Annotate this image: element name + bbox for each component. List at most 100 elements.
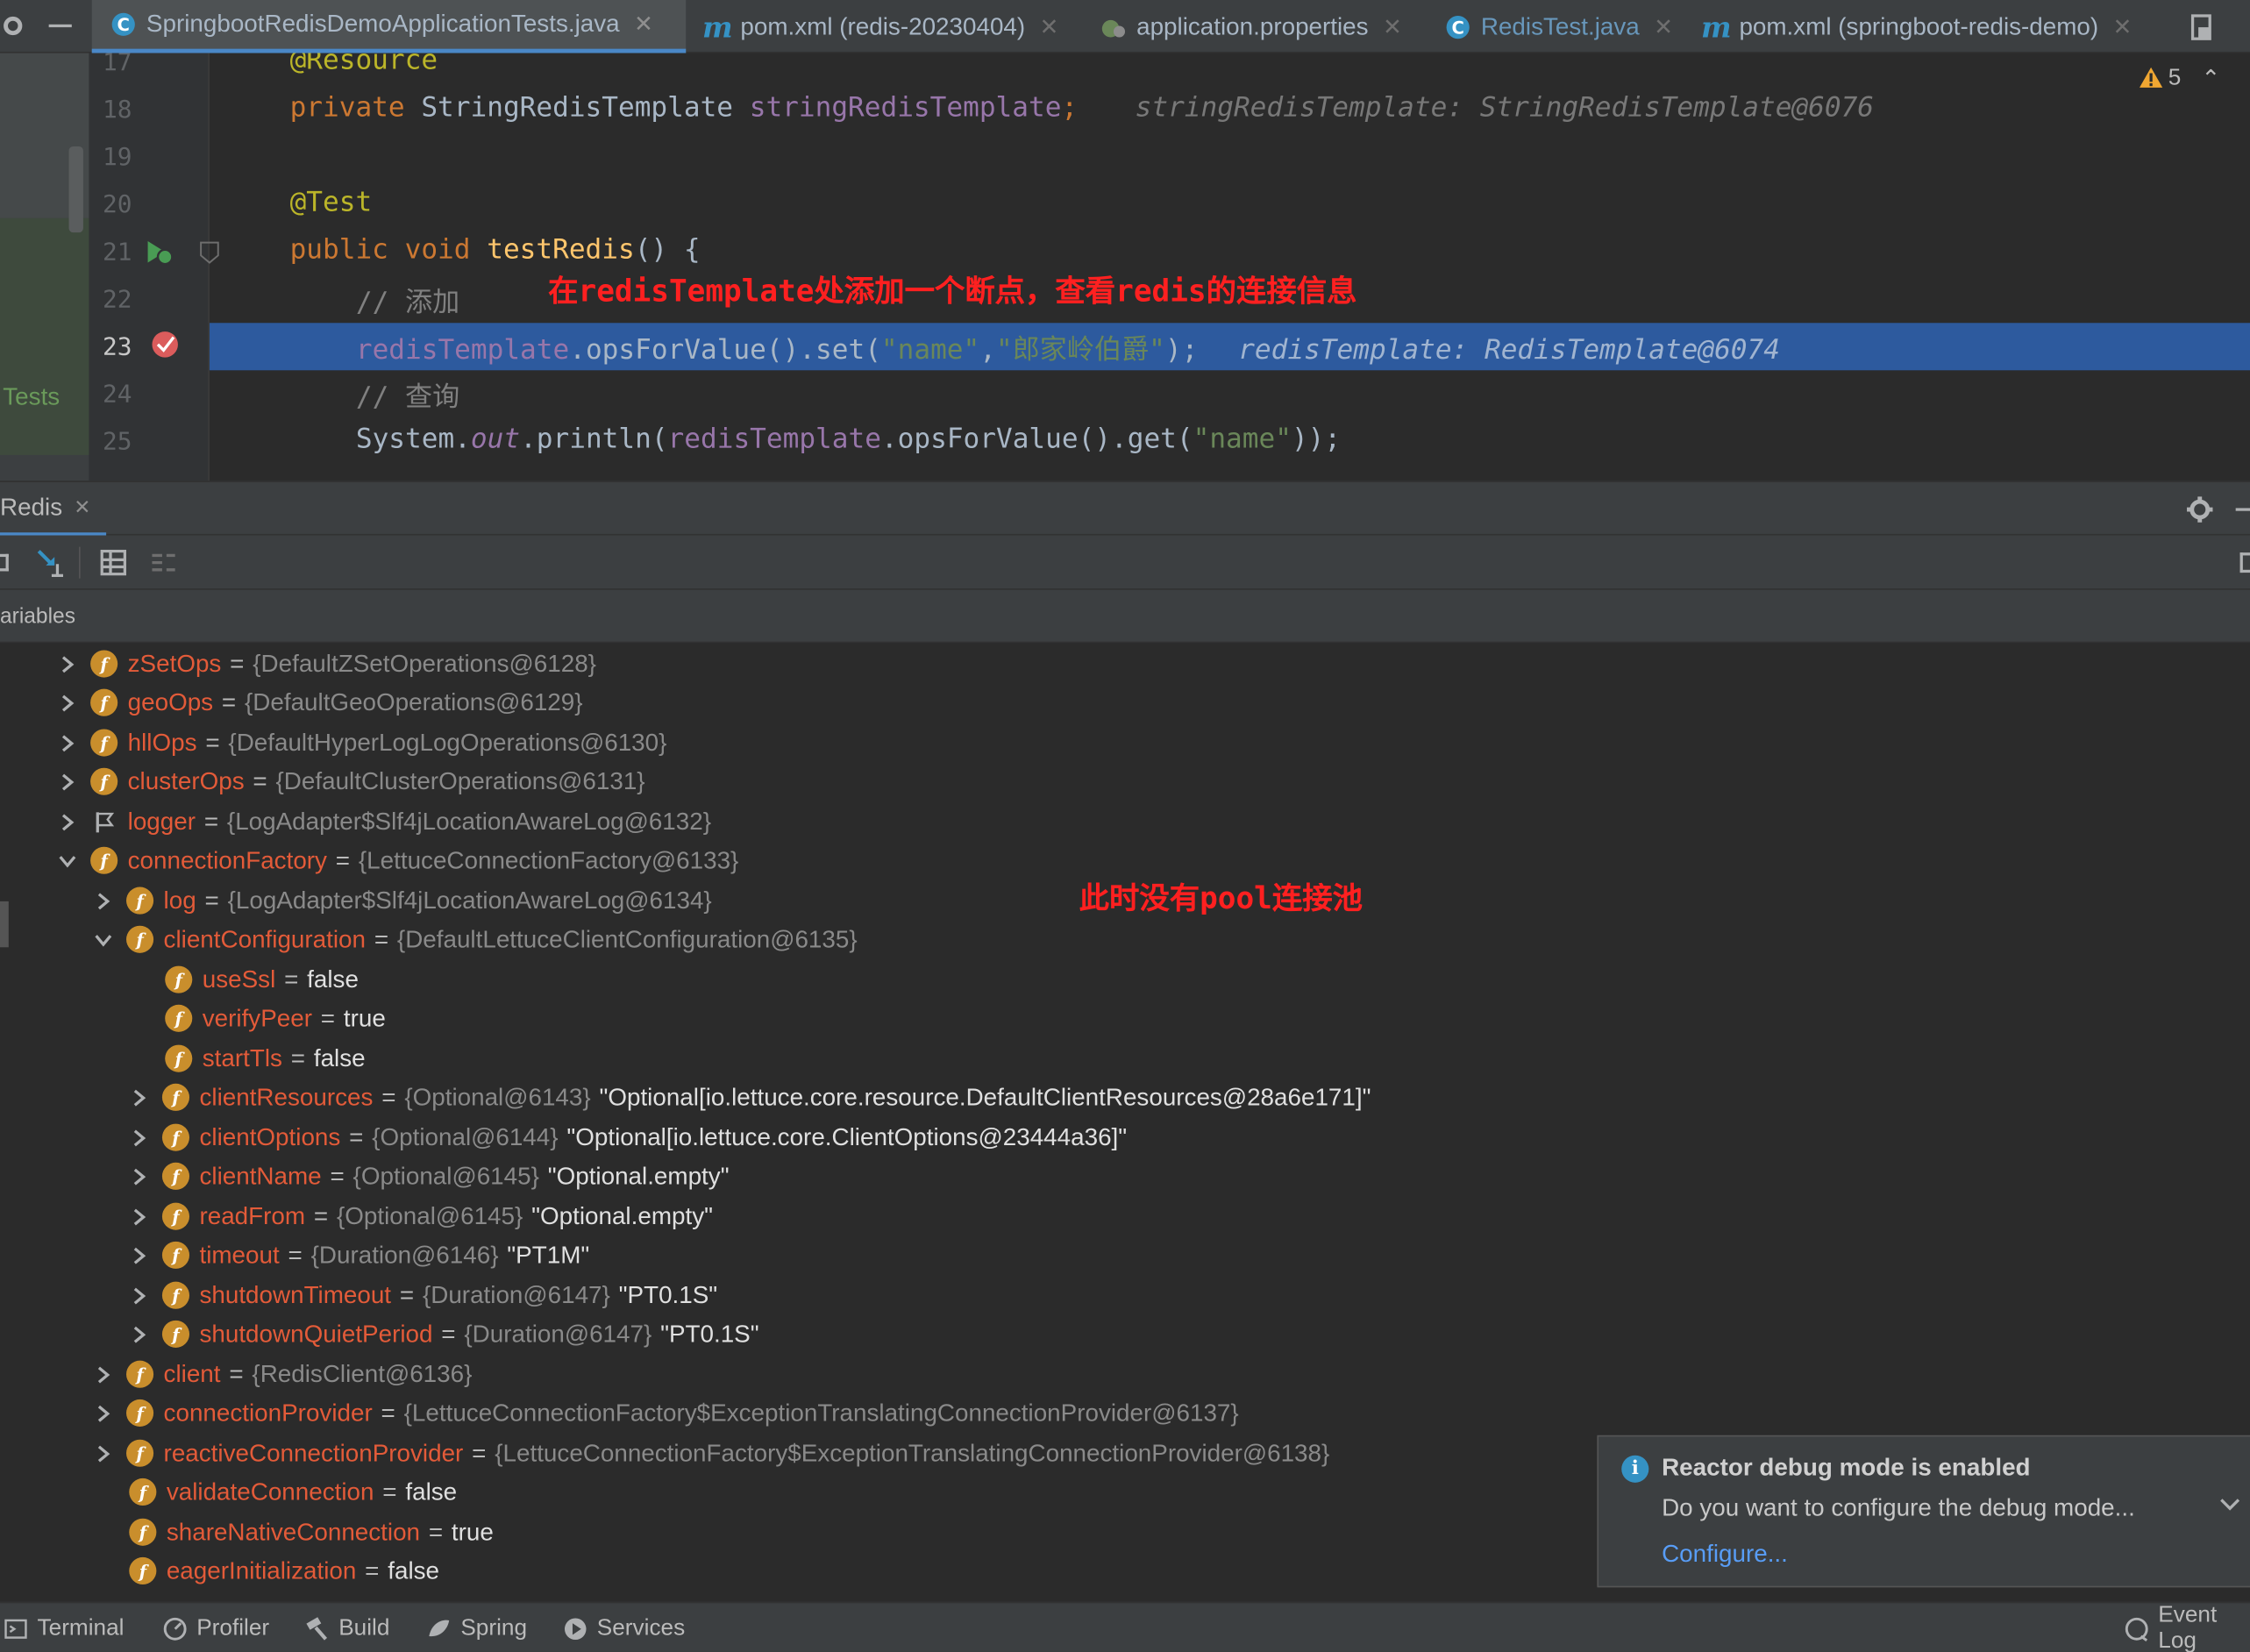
configure-link[interactable]: Configure... (1662, 1540, 1788, 1569)
chevron-down-icon[interactable] (2218, 1494, 2241, 1520)
close-icon[interactable]: ✕ (1654, 12, 1673, 41)
tree-row[interactable]: f connectionProvider = {LettuceConnectionFa… (93, 1393, 1239, 1432)
code-line: @Resource (289, 53, 438, 76)
services-button[interactable]: Services (563, 1603, 685, 1652)
chevron-right-icon[interactable] (129, 1285, 149, 1306)
tree-row[interactable]: f timeout = {Duration@6146} "PT1M" (129, 1235, 589, 1274)
close-icon[interactable]: ✕ (74, 495, 90, 520)
evaluate-table-icon[interactable] (100, 549, 127, 583)
close-icon[interactable]: ✕ (634, 10, 653, 39)
tree-row[interactable]: f readFrom = {Optional@6145} "Optional.empty… (129, 1197, 713, 1235)
tree-row[interactable]: f reactiveConnectionProvider = {LettuceConn… (93, 1434, 1329, 1472)
project-tree-label[interactable]: Tests (3, 383, 60, 412)
chevron-down-icon[interactable] (93, 929, 113, 950)
tree-row[interactable]: f geoOps = {DefaultGeoOperations@6129} (57, 683, 583, 722)
chevron-right-icon[interactable] (129, 1245, 149, 1265)
line-number: 20 (103, 190, 132, 220)
svg-text:C: C (117, 15, 130, 35)
tree-row[interactable]: f eagerInitialization = false (129, 1551, 439, 1590)
tree-row[interactable]: f zSetOps = {DefaultZSetOperations@6128} (57, 644, 596, 683)
chevron-right-icon[interactable] (129, 1207, 149, 1227)
fold-icon[interactable] (199, 241, 219, 271)
tree-row[interactable]: f shutdownQuietPeriod = {Duration@6147} "PT0… (129, 1314, 759, 1353)
chevron-right-icon[interactable] (93, 1403, 113, 1423)
tab-application-properties[interactable]: application.properties ✕ (1082, 0, 1427, 53)
tree-row[interactable]: f clusterOps = {DefaultClusterOperations@61… (57, 762, 645, 801)
chevron-up-icon[interactable]: ⌃ (2201, 65, 2220, 94)
tree-row[interactable]: f hllOps = {DefaultHyperLogLogOperations@61… (57, 723, 666, 762)
tree-row[interactable]: f shareNativeConnection = true (129, 1513, 494, 1551)
tab-springboot-tests[interactable]: C SpringbootRedisDemoApplicationTests.ja… (91, 0, 687, 53)
warning-icon[interactable] (2138, 66, 2163, 96)
chevron-right-icon[interactable] (57, 693, 77, 713)
layout-options-icon[interactable] (2239, 552, 2250, 573)
flag-icon (90, 808, 117, 836)
close-icon[interactable]: ✕ (2113, 12, 2133, 41)
field-icon: f (90, 846, 118, 874)
notification-title: Reactor debug mode is enabled (1662, 1454, 2031, 1482)
line-number: 17 (103, 53, 132, 78)
step-into-icon[interactable] (34, 547, 66, 586)
tree-row[interactable]: f validateConnection = false (129, 1472, 457, 1511)
tree-row[interactable]: f log = {LogAdapter$Slf4jLocationAwareLog@6… (93, 881, 712, 920)
chevron-right-icon[interactable] (93, 1364, 113, 1385)
minimize-icon[interactable] (48, 24, 72, 28)
gear-icon[interactable] (0, 13, 25, 46)
tree-row[interactable]: f clientName = {Optional@6145} "Optional.emp… (129, 1157, 730, 1195)
code-line: redisTemplate.opsForValue().set("name","… (355, 334, 1780, 367)
chevron-right-icon[interactable] (129, 1324, 149, 1344)
event-log-button[interactable]: Event Log (2124, 1602, 2250, 1652)
chevron-right-icon[interactable] (129, 1087, 149, 1107)
breakpoint-icon[interactable] (149, 329, 181, 367)
field-icon: f (90, 767, 118, 795)
maven-icon: m (1700, 9, 1732, 44)
spring-button[interactable]: Spring (426, 1603, 527, 1652)
tree-row[interactable]: f startTls = false (165, 1039, 366, 1078)
tree-row[interactable]: f clientResources = {Optional@6143} "Optiona… (129, 1078, 1371, 1116)
line-number: 19 (103, 143, 132, 173)
build-button[interactable]: Build (304, 1603, 389, 1652)
profiler-button[interactable]: Profiler (162, 1603, 269, 1652)
chevron-down-icon[interactable] (57, 851, 77, 871)
tree-row[interactable]: f verifyPeer = true (165, 999, 386, 1037)
chevron-right-icon[interactable] (57, 772, 77, 792)
warnings-count[interactable]: 5 (2168, 66, 2182, 91)
trace-icon[interactable] (151, 552, 176, 581)
chevron-right-icon[interactable] (129, 1166, 149, 1186)
chevron-right-icon[interactable] (57, 812, 77, 832)
tab-label: application.properties (1136, 11, 1369, 40)
field-icon: f (90, 650, 118, 678)
chevron-right-icon[interactable] (93, 891, 113, 911)
code-editor[interactable]: Tests 17 18 19 20 21 22 23 24 25 @Resour… (0, 53, 2250, 481)
run-test-icon[interactable] (144, 239, 175, 274)
tree-row[interactable]: f connectionFactory = {LettuceConnectionFac… (57, 841, 738, 879)
tree-row[interactable]: logger = {LogAdapter$Slf4jLocationAwareLog… (57, 802, 711, 841)
tree-row[interactable]: f client = {RedisClient@6136} (93, 1355, 472, 1393)
close-icon[interactable]: ✕ (1040, 12, 1059, 41)
field-icon: f (161, 1281, 190, 1309)
chevron-right-icon[interactable] (129, 1128, 149, 1148)
recent-files-icon[interactable] (2189, 13, 2215, 49)
tree-row[interactable]: f clientOptions = {Optional@6144} "Optional[… (129, 1118, 1127, 1157)
stop-icon[interactable] (0, 553, 9, 572)
close-icon[interactable]: ✕ (1383, 12, 1402, 41)
line-number: 24 (103, 380, 132, 409)
field-icon: f (90, 688, 118, 716)
tab-redistest[interactable]: C RedisTest.java ✕ (1427, 0, 1685, 53)
chevron-right-icon[interactable] (57, 654, 77, 674)
chevron-right-icon[interactable] (57, 733, 77, 753)
tree-row[interactable]: f clientConfiguration = {DefaultLettuceClie… (93, 920, 858, 958)
tab-pom-springboot[interactable]: m pom.xml (springboot-redis-demo) ✕ (1684, 0, 2172, 53)
variables-title: ariables (0, 604, 75, 629)
tab-debug-session[interactable]: Redis ✕ (0, 482, 107, 538)
terminal-button[interactable]: Terminal (3, 1603, 125, 1652)
field-icon: f (165, 1044, 193, 1072)
settings-gear-icon[interactable] (2185, 495, 2214, 531)
toolbar-separator (79, 546, 81, 579)
tab-pom-redis[interactable]: m pom.xml (redis-20230404) ✕ (686, 0, 1082, 53)
chevron-right-icon[interactable] (93, 1443, 113, 1463)
hide-icon[interactable] (2235, 508, 2250, 511)
field-icon: f (161, 1320, 190, 1348)
tree-row[interactable]: f shutdownTimeout = {Duration@6147} "PT0.1S" (129, 1276, 717, 1314)
tree-row[interactable]: f useSsl = false (165, 960, 359, 999)
